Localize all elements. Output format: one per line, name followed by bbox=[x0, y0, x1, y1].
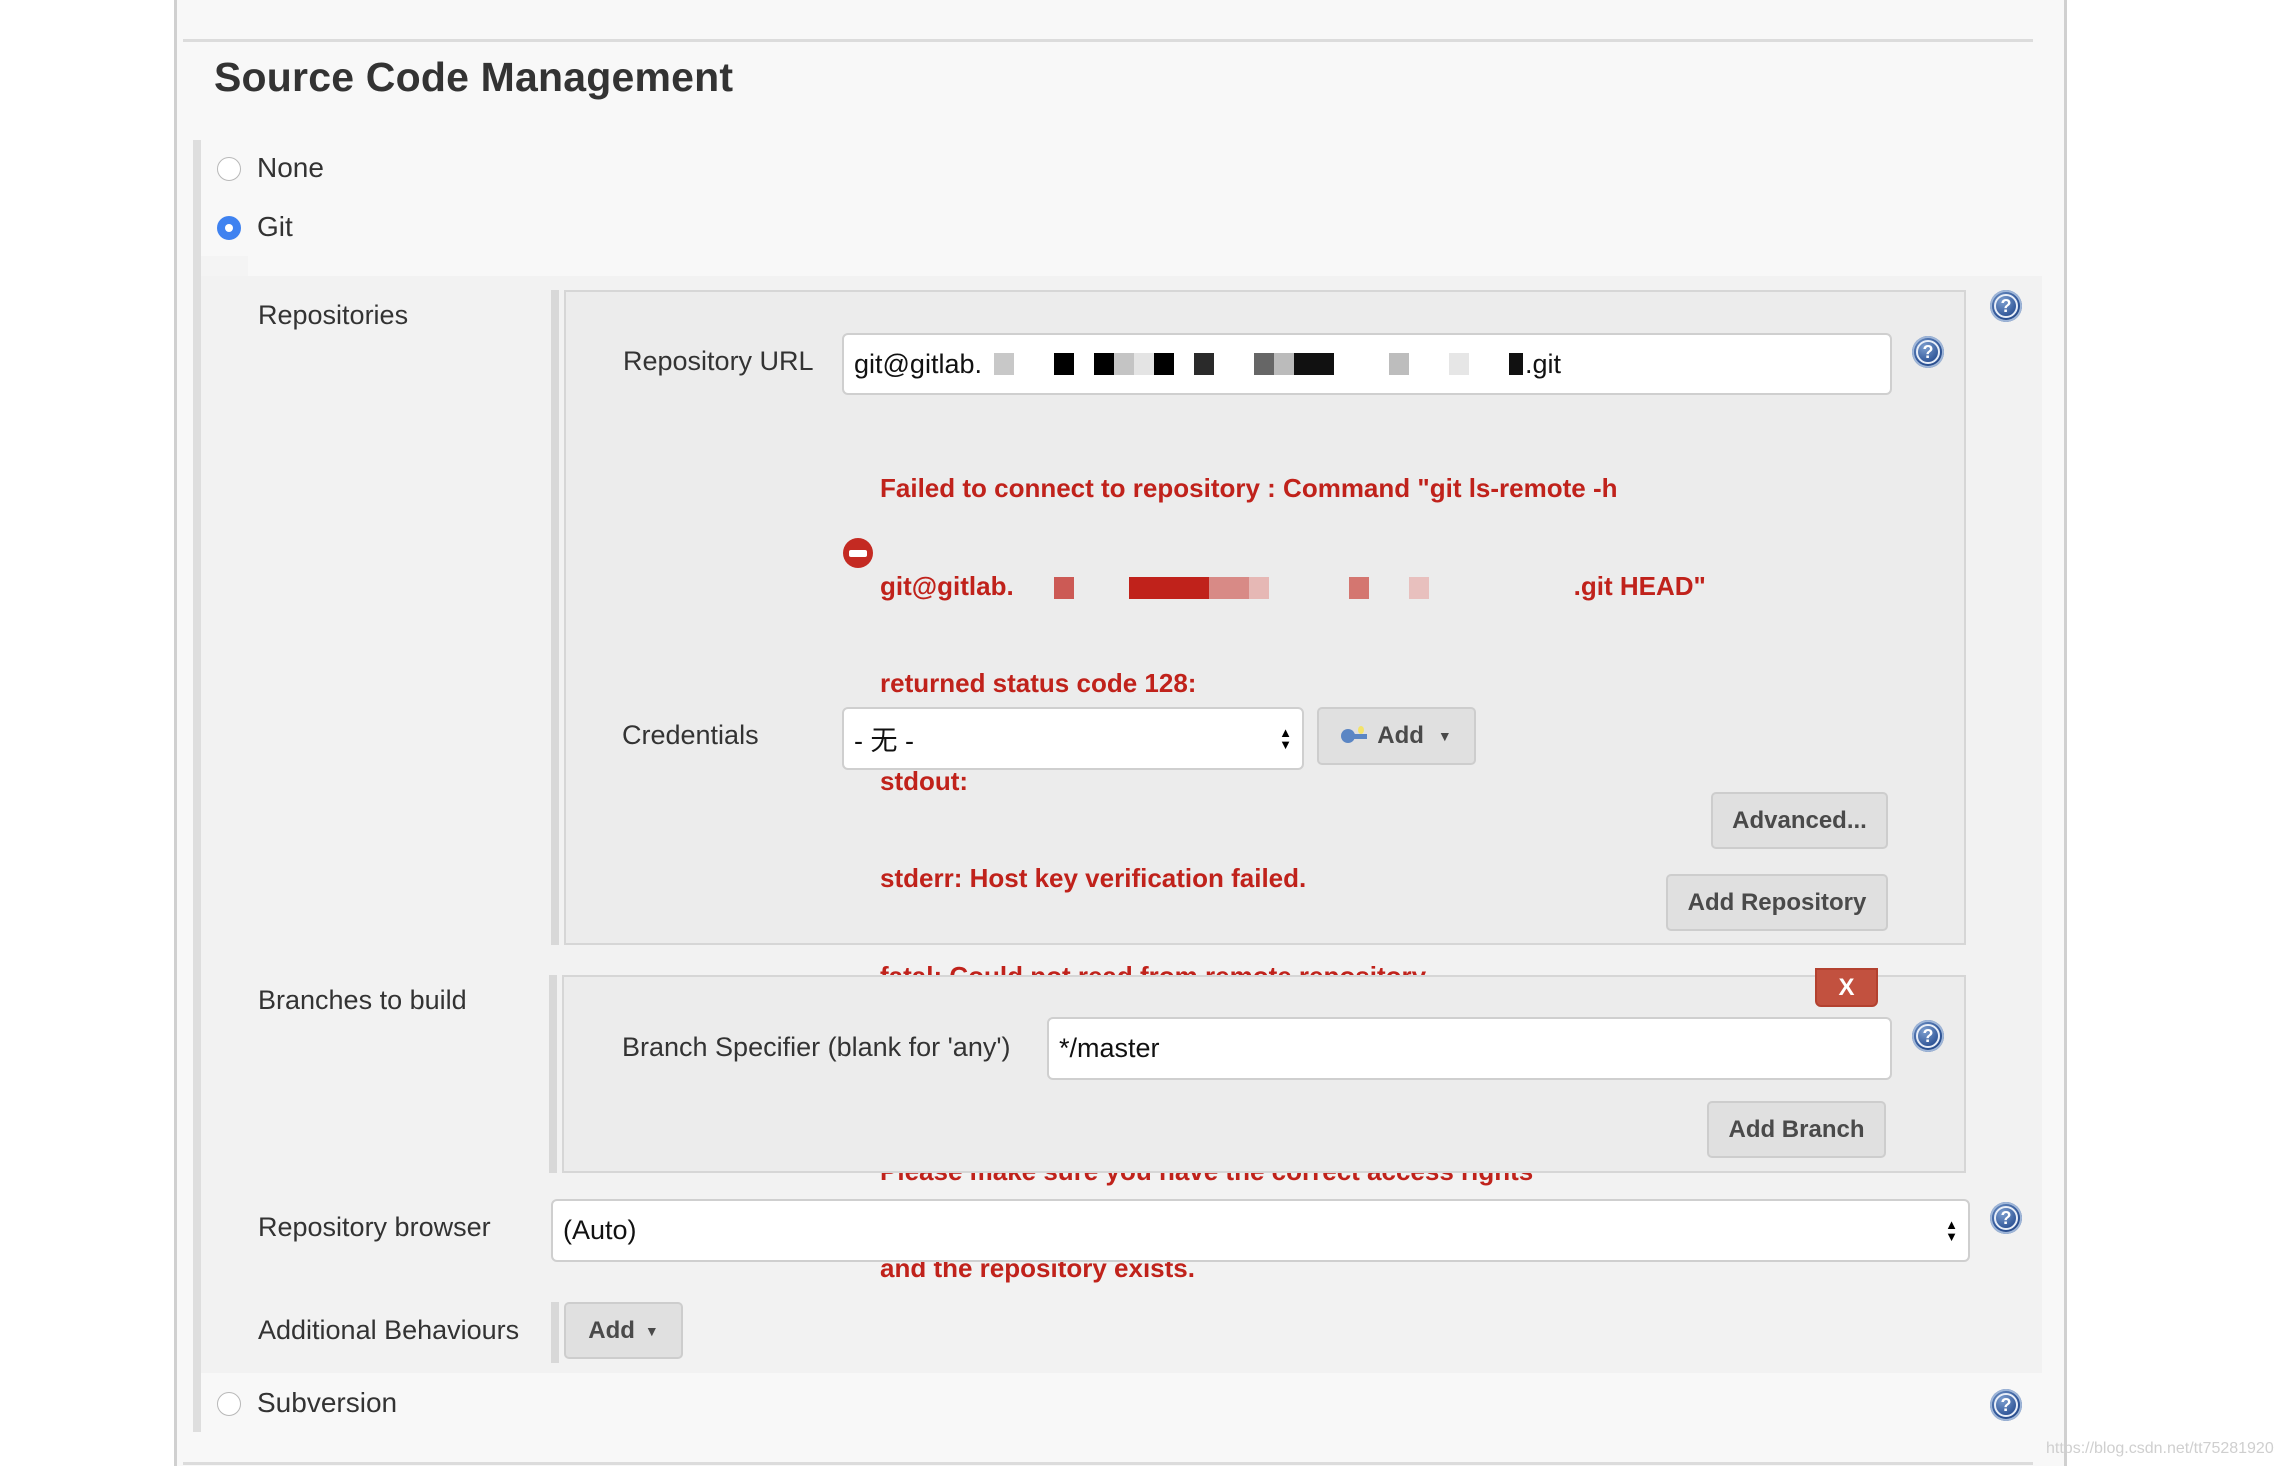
redacted-url-segment bbox=[984, 353, 1523, 375]
key-icon bbox=[1341, 726, 1369, 746]
add-repository-button[interactable]: Add Repository bbox=[1666, 874, 1888, 931]
scm-radio-none[interactable] bbox=[217, 157, 241, 181]
additional-behaviours-label: Additional Behaviours bbox=[258, 1315, 520, 1345]
help-icon-repositories[interactable]: ? bbox=[1990, 290, 2022, 322]
branches-to-build-label: Branches to build bbox=[258, 985, 467, 1015]
scm-radio-subversion[interactable] bbox=[217, 1392, 241, 1416]
chevron-down-icon: ▼ bbox=[644, 1322, 659, 1339]
error-line-5: stderr: Host key verification failed. bbox=[880, 863, 1307, 893]
additional-behaviours-add-button[interactable]: Add ▼ bbox=[564, 1302, 683, 1359]
additional-behaviours-add-label: Add bbox=[588, 1316, 635, 1344]
delete-branch-button[interactable]: X bbox=[1815, 968, 1878, 1007]
credentials-add-button[interactable]: Add ▼ bbox=[1317, 707, 1476, 765]
help-icon-repository-url[interactable]: ? bbox=[1912, 336, 1944, 368]
error-line-1: Failed to connect to repository : Comman… bbox=[880, 473, 1618, 503]
branches-panel-bar bbox=[549, 975, 557, 1173]
chevron-down-icon: ▼ bbox=[1437, 728, 1452, 744]
repository-url-value-prefix: git@gitlab. bbox=[854, 348, 982, 379]
help-icon-subversion[interactable]: ? bbox=[1990, 1389, 2022, 1421]
repository-url-label: Repository URL bbox=[623, 346, 814, 376]
branch-specifier-label: Branch Specifier (blank for 'any') bbox=[622, 1032, 1011, 1062]
scm-option-label-subversion: Subversion bbox=[257, 1387, 398, 1418]
scm-option-label-git: Git bbox=[257, 211, 293, 242]
branch-specifier-input[interactable]: */master bbox=[1047, 1017, 1892, 1080]
credentials-add-label: Add bbox=[1377, 722, 1424, 749]
watermark-text: https://blog.csdn.net/tt75281920 bbox=[2046, 1440, 2274, 1457]
git-block-edge bbox=[201, 256, 248, 1373]
git-block-notch bbox=[201, 256, 248, 276]
select-arrows-icon: ▲ ▼ bbox=[1945, 1216, 1958, 1244]
section-title: Source Code Management bbox=[214, 54, 734, 100]
error-stop-icon bbox=[843, 538, 873, 568]
credentials-label: Credentials bbox=[622, 720, 759, 750]
additional-behaviours-bar bbox=[551, 1302, 559, 1363]
redacted-error-segment bbox=[1014, 570, 1574, 603]
repositories-label: Repositories bbox=[258, 300, 409, 330]
error-line-2: git@gitlab. .git HEAD" bbox=[880, 570, 1706, 603]
repositories-panel-bar bbox=[551, 290, 559, 945]
advanced-button[interactable]: Advanced... bbox=[1711, 792, 1888, 849]
section-divider-top bbox=[183, 39, 2033, 42]
credentials-select[interactable]: - 无 - ▲ ▼ bbox=[842, 707, 1304, 770]
scm-option-label-none: None bbox=[257, 152, 324, 183]
error-line-3: returned status code 128: bbox=[880, 668, 1197, 698]
repository-browser-label: Repository browser bbox=[258, 1212, 491, 1242]
repository-browser-selected-value: (Auto) bbox=[563, 1215, 637, 1245]
repository-url-value-suffix: .git bbox=[1524, 348, 1562, 379]
scm-radio-git[interactable] bbox=[217, 216, 241, 240]
repository-url-input[interactable]: git@gitlab. .git bbox=[842, 333, 1892, 395]
add-branch-button[interactable]: Add Branch bbox=[1707, 1101, 1886, 1158]
help-icon-repository-browser[interactable]: ? bbox=[1990, 1202, 2022, 1234]
error-message: Failed to connect to repository : Comman… bbox=[880, 407, 1706, 1317]
repository-browser-select[interactable]: (Auto) ▲ ▼ bbox=[551, 1199, 1970, 1262]
section-divider-bottom bbox=[183, 1462, 2033, 1465]
help-icon-branch-specifier[interactable]: ? bbox=[1912, 1020, 1944, 1052]
select-arrows-icon: ▲ ▼ bbox=[1279, 724, 1292, 752]
credentials-selected-value: - 无 - bbox=[854, 726, 914, 756]
section-left-bar bbox=[193, 140, 201, 1432]
